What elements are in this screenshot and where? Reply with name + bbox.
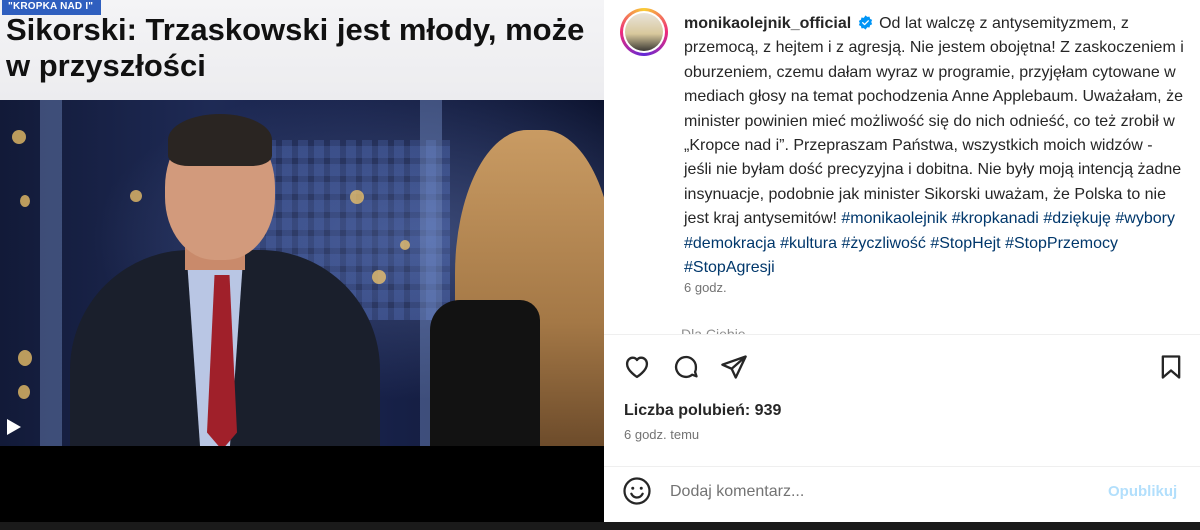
hashtag-link[interactable]: #StopPrzemocy <box>1005 235 1118 252</box>
divider <box>604 334 1200 335</box>
page-bottom-strip <box>0 522 1200 530</box>
divider <box>604 466 1200 467</box>
comment-input[interactable] <box>670 478 1090 506</box>
for-you-link[interactable]: Dla Ciebie ⌄ <box>681 324 761 334</box>
woman-back <box>430 300 540 446</box>
save-button[interactable] <box>1154 350 1188 384</box>
hashtag-link[interactable]: #monikaolejnik <box>841 210 947 227</box>
likes-count[interactable]: Liczba polubień: 939 <box>624 402 781 420</box>
verified-badge-icon <box>858 15 872 30</box>
share-icon <box>721 355 747 379</box>
post-panel: monikaolejnik_official Od lat walczę z a… <box>604 0 1200 530</box>
emoji-icon <box>623 477 651 505</box>
man-hair <box>168 114 272 166</box>
hashtag-link[interactable]: #StopHejt <box>930 235 1000 252</box>
hashtag-link[interactable]: #wybory <box>1115 210 1175 227</box>
bookmark-icon <box>1161 355 1181 379</box>
tv-studio-image <box>0 100 604 446</box>
caption-text: Od lat walczę z antysemityzmem, z przemo… <box>684 15 1184 228</box>
bokeh-light <box>18 385 30 399</box>
play-icon[interactable] <box>6 418 22 436</box>
bokeh-light <box>130 190 142 202</box>
hashtag-link[interactable]: #StopAgresji <box>684 259 775 276</box>
avatar-border <box>623 11 665 53</box>
hashtag-link[interactable]: #dziękuję <box>1043 210 1111 227</box>
tv-headline: Sikorski: Trzaskowski jest młody, może w… <box>6 12 585 83</box>
media-letterbox <box>0 446 604 530</box>
comment-button[interactable] <box>669 350 703 384</box>
heart-icon <box>625 356 649 379</box>
action-bar <box>604 350 1200 384</box>
post-timestamp[interactable]: 6 godz. temu <box>624 427 699 442</box>
like-button[interactable] <box>620 350 654 384</box>
avatar[interactable] <box>620 8 668 56</box>
bokeh-light <box>400 240 410 250</box>
comment-icon <box>674 355 698 378</box>
bokeh-light <box>350 190 364 204</box>
bokeh-light <box>372 270 386 284</box>
hashtag-link[interactable]: #demokracja <box>684 235 776 252</box>
studio-pillar <box>40 100 62 446</box>
hashtag-link[interactable]: #kultura <box>780 235 837 252</box>
emoji-button[interactable] <box>622 476 654 508</box>
bokeh-light <box>12 130 26 144</box>
bokeh-light <box>20 195 30 207</box>
hashtag-link[interactable]: #życzliwość <box>841 235 925 252</box>
share-button[interactable] <box>717 350 751 384</box>
publish-button[interactable]: Opublikuj <box>1108 483 1177 500</box>
post-media[interactable]: "KROPKA NAD I" Sikorski: Trzaskowski jes… <box>0 0 604 530</box>
bokeh-light <box>18 350 32 366</box>
username-link[interactable]: monikaolejnik_official <box>684 15 851 32</box>
post-caption: monikaolejnik_official Od lat walczę z a… <box>684 12 1184 280</box>
avatar-image <box>625 13 663 51</box>
caption-timestamp[interactable]: 6 godz. <box>684 280 727 295</box>
tv-screen-header: "KROPKA NAD I" Sikorski: Trzaskowski jes… <box>0 0 604 100</box>
hashtag-link[interactable]: #kropkanadi <box>952 210 1039 227</box>
